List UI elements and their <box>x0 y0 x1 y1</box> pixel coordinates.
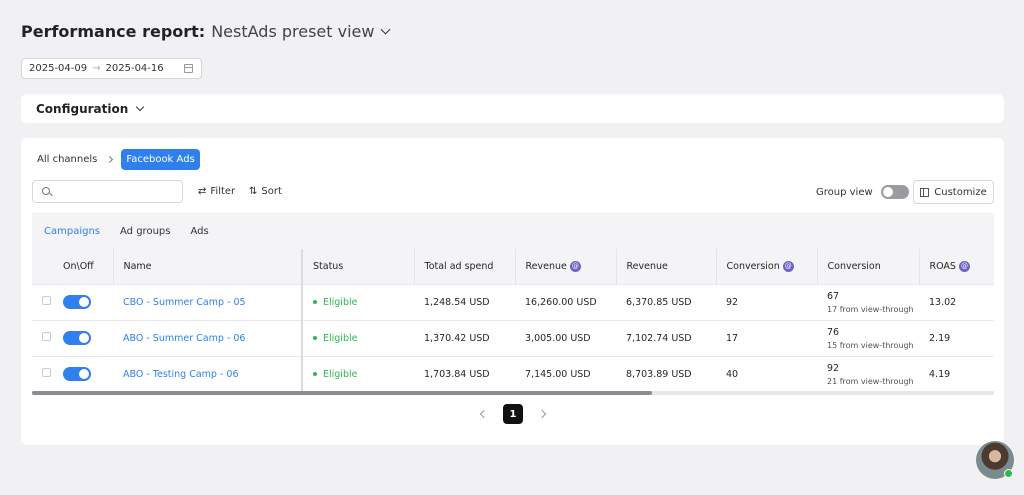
page-header: Performance report: NestAds preset view <box>21 22 391 41</box>
cell-conversion-platform: 40 <box>716 355 817 392</box>
status-dot-icon <box>313 372 317 377</box>
status-dot-icon <box>313 300 317 304</box>
tab-ads[interactable]: Ads <box>190 226 208 237</box>
cell-conversion-platform: 92 <box>716 283 817 320</box>
report-card: All channels Facebook Ads ⇄ Filter ⇅ Sor… <box>21 138 1004 445</box>
breadcrumb: All channels Facebook Ads <box>37 149 200 170</box>
row-checkbox[interactable] <box>42 296 51 305</box>
page-number-button[interactable]: 1 <box>503 404 523 424</box>
cell-conversion: 92 21 from view-through <box>817 355 919 392</box>
calendar-icon[interactable] <box>184 64 193 73</box>
chevron-left-icon[interactable] <box>479 409 489 419</box>
column-header-name[interactable]: Name <box>112 249 303 284</box>
cell-total-ad-spend: 1,370.42 USD <box>414 319 515 356</box>
status-badge: Eligible <box>313 369 357 380</box>
table-row[interactable]: CBO - Summer Camp - 05 Eligible 1,248.54… <box>32 283 994 320</box>
column-header-conversion-platform[interactable]: Conversion @ <box>715 249 817 284</box>
cell-total-ad-spend: 1,703.84 USD <box>414 355 515 392</box>
view-through-note: 15 from view-through <box>827 340 914 350</box>
campaign-toggle[interactable] <box>63 331 91 345</box>
filter-button[interactable]: ⇄ Filter <box>198 186 235 197</box>
cell-roas: 4.19 <box>919 355 994 392</box>
scrollbar-thumb[interactable] <box>32 391 652 395</box>
filter-icon: ⇄ <box>198 186 207 197</box>
sort-button[interactable]: ⇅ Sort <box>249 186 282 197</box>
pagination: 1 <box>479 404 547 424</box>
cell-roas: 13.02 <box>919 283 994 320</box>
search-icon <box>42 187 50 195</box>
column-header-status[interactable]: Status <box>301 249 414 284</box>
filter-label: Filter <box>210 186 236 197</box>
select-column-header <box>32 249 53 284</box>
group-view-label: Group view <box>816 186 873 198</box>
cell-revenue-platform: 3,005.00 USD <box>515 319 616 356</box>
sort-label: Sort <box>261 186 282 197</box>
group-view-toggle[interactable] <box>880 185 909 199</box>
start-date[interactable]: 2025-04-09 <box>29 63 87 74</box>
cell-revenue-platform: 7,145.00 USD <box>515 355 616 392</box>
cell-conversion: 76 15 from view-through <box>817 319 919 356</box>
search-field[interactable] <box>32 180 183 203</box>
status-dot-icon <box>313 336 317 340</box>
customize-button[interactable]: Customize <box>913 180 994 204</box>
platform-badge-icon: @ <box>958 260 970 272</box>
cell-conversion-platform: 17 <box>716 319 817 356</box>
cell-conversion: 67 17 from view-through <box>817 283 919 320</box>
campaign-name-link[interactable]: ABO - Summer Camp - 06 <box>123 333 245 344</box>
configuration-panel[interactable]: Configuration <box>21 94 1004 123</box>
online-status-icon <box>1004 469 1013 478</box>
column-header-revenue[interactable]: Revenue <box>615 249 716 284</box>
cell-revenue: 8,703.89 USD <box>616 355 716 392</box>
view-through-note: 21 from view-through <box>827 376 914 386</box>
customize-label: Customize <box>934 186 987 198</box>
column-header-conversion[interactable]: Conversion <box>816 249 919 284</box>
campaign-table-container: Campaigns Ad groups Ads On\Off Name Stat… <box>32 213 994 395</box>
platform-badge-icon: @ <box>569 260 581 272</box>
row-checkbox[interactable] <box>42 368 51 378</box>
cell-revenue: 7,102.74 USD <box>616 319 716 356</box>
breadcrumb-all-channels[interactable]: All channels <box>37 154 97 165</box>
campaign-toggle[interactable] <box>63 367 91 382</box>
table-row[interactable]: ABO - Summer Camp - 06 Eligible 1,370.42… <box>32 319 994 356</box>
tab-ad-groups[interactable]: Ad groups <box>120 226 170 237</box>
configuration-label[interactable]: Configuration <box>36 102 128 116</box>
date-range-picker[interactable]: 2025-04-09 → 2025-04-16 <box>21 58 202 79</box>
end-date[interactable]: 2025-04-16 <box>106 63 164 74</box>
platform-badge-icon: @ <box>782 260 794 272</box>
campaign-table: On\Off Name Status Total ad spend Revenu… <box>32 249 994 392</box>
search-input[interactable] <box>57 184 177 199</box>
table-row[interactable]: ABO - Testing Camp - 06 Eligible 1,703.8… <box>32 355 994 392</box>
preset-selector[interactable]: NestAds preset view <box>211 22 374 41</box>
cell-revenue: 6,370.85 USD <box>616 283 716 320</box>
page-title: Performance report: <box>21 22 206 41</box>
horizontal-scrollbar[interactable] <box>32 391 994 395</box>
level-tabs: Campaigns Ad groups Ads <box>32 213 994 249</box>
row-checkbox[interactable] <box>42 332 51 341</box>
cell-revenue-platform: 16,260.00 USD <box>515 283 616 320</box>
column-header-roas[interactable]: ROAS @ <box>918 249 994 284</box>
group-view-control: Group view <box>816 185 909 199</box>
campaign-name-link[interactable]: ABO - Testing Camp - 06 <box>123 369 239 380</box>
sort-icon: ⇅ <box>249 186 258 197</box>
tab-campaigns[interactable]: Campaigns <box>44 226 100 237</box>
table-header-row: On\Off Name Status Total ad spend Revenu… <box>32 249 994 284</box>
status-badge: Eligible <box>313 297 357 308</box>
columns-icon <box>920 187 930 197</box>
arrow-right-icon: → <box>92 63 101 74</box>
cell-total-ad-spend: 1,248.54 USD <box>414 283 515 320</box>
chevron-down-icon[interactable] <box>136 102 145 112</box>
chevron-right-icon <box>106 155 114 164</box>
status-badge: Eligible <box>313 333 357 344</box>
breadcrumb-facebook-ads[interactable]: Facebook Ads <box>121 149 200 170</box>
column-header-on-off[interactable]: On\Off <box>53 249 113 284</box>
chevron-down-icon[interactable] <box>381 24 391 35</box>
column-header-total-ad-spend[interactable]: Total ad spend <box>413 249 515 284</box>
cell-roas: 2.19 <box>919 319 994 356</box>
view-through-note: 17 from view-through <box>827 304 914 314</box>
column-header-revenue-platform[interactable]: Revenue @ <box>514 249 616 284</box>
campaign-name-link[interactable]: CBO - Summer Camp - 05 <box>123 297 246 308</box>
campaign-toggle[interactable] <box>63 295 91 309</box>
chevron-right-icon[interactable] <box>537 409 547 419</box>
